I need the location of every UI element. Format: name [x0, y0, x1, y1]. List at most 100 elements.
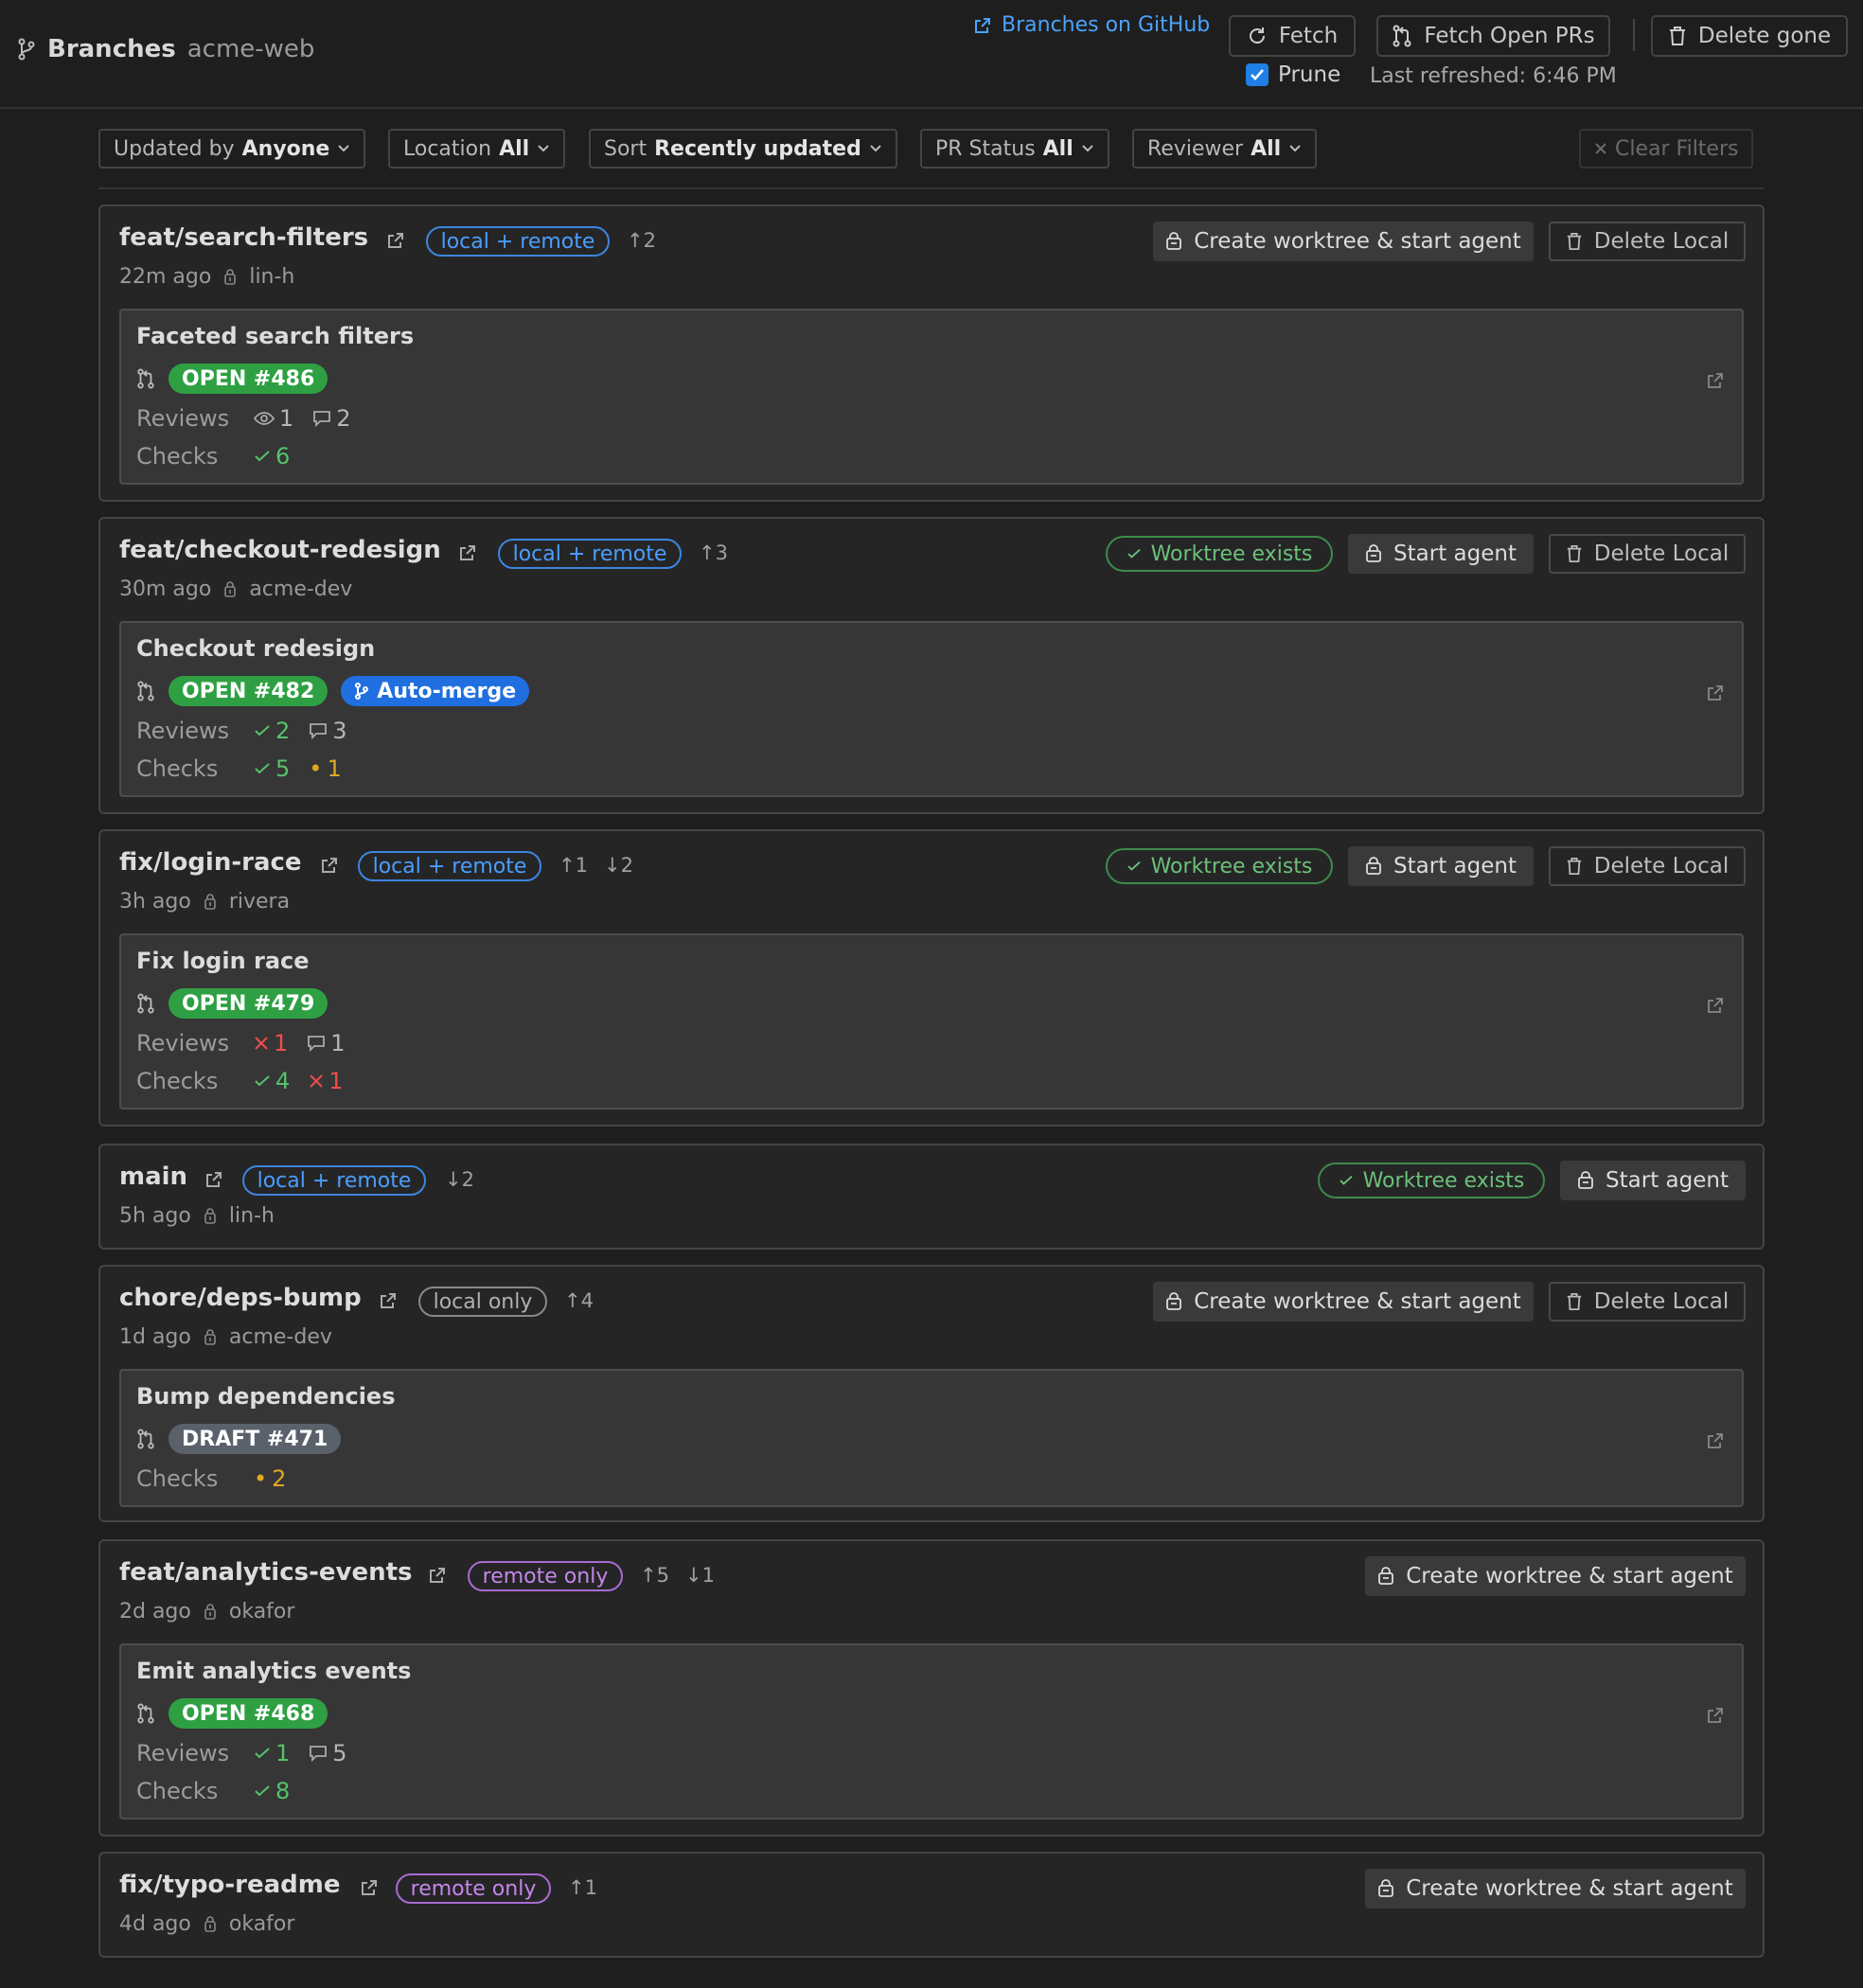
- create-worktree-button[interactable]: Create worktree & start agent: [1153, 1282, 1534, 1322]
- branch-name: fix/login-race: [119, 848, 302, 877]
- ahead-count: ↑1: [568, 1876, 597, 1899]
- external-link-icon[interactable]: [1706, 1431, 1725, 1450]
- approved-count: 1: [254, 1740, 290, 1766]
- delete-local-button[interactable]: Delete Local: [1549, 1282, 1746, 1322]
- create-worktree-button[interactable]: Create worktree & start agent: [1153, 222, 1534, 261]
- start-agent-button[interactable]: Start agent: [1348, 846, 1534, 886]
- pr-panel[interactable]: Bump dependencies DRAFT #471 Checks • 2: [119, 1369, 1744, 1507]
- robot-icon: [1377, 1879, 1394, 1898]
- updated-time: 30m ago: [119, 577, 212, 601]
- external-link-icon[interactable]: [204, 1170, 223, 1189]
- create-agent-label: Create worktree & start agent: [1406, 1876, 1733, 1901]
- checks-label: Checks: [136, 1068, 219, 1094]
- fetch-open-prs-button[interactable]: Fetch Open PRs: [1376, 15, 1610, 57]
- create-worktree-button[interactable]: Create worktree & start agent: [1365, 1869, 1746, 1908]
- delete-local-label: Delete Local: [1593, 229, 1730, 254]
- filter-value: Recently updated: [654, 136, 861, 161]
- reviews-row: Reviews 1 1: [136, 1030, 364, 1056]
- pull-request-icon: [136, 1429, 155, 1449]
- filter-label: Updated by: [114, 136, 235, 161]
- check-icon: [1127, 548, 1142, 559]
- branch-meta: 22m ago lin-h: [119, 265, 294, 289]
- author: rivera: [228, 890, 291, 914]
- filter-pr-status[interactable]: PR Status All: [920, 129, 1109, 169]
- passed-value: 4: [275, 1068, 291, 1094]
- branch-card: feat/checkout-redesign local + remote ↑3…: [98, 517, 1765, 814]
- github-link[interactable]: Branches on GitHub: [973, 13, 1210, 37]
- external-link-icon[interactable]: [320, 856, 339, 875]
- pr-panel[interactable]: Fix login race OPEN #479 Reviews 1 1 Che…: [119, 933, 1744, 1109]
- reviews-label: Reviews: [136, 1740, 230, 1766]
- start-agent-label: Start agent: [1393, 854, 1517, 879]
- external-link-icon[interactable]: [1706, 996, 1725, 1015]
- worktree-exists-badge: Worktree exists: [1106, 848, 1333, 884]
- pr-panel[interactable]: Emit analytics events OPEN #468 Reviews …: [119, 1643, 1744, 1819]
- automerge-label: Auto-merge: [377, 679, 517, 703]
- passed-value: 8: [275, 1778, 291, 1804]
- author: okafor: [228, 1912, 295, 1936]
- checks-row: Checks 5 • 1: [136, 755, 361, 782]
- branch-meta: 1d ago acme-dev: [119, 1325, 332, 1349]
- create-worktree-button[interactable]: Create worktree & start agent: [1365, 1556, 1746, 1596]
- filter-updated-by[interactable]: Updated by Anyone: [98, 129, 366, 169]
- start-agent-button[interactable]: Start agent: [1560, 1161, 1746, 1200]
- robot-icon: [1165, 1292, 1182, 1311]
- page-title: Branches acme-web: [17, 35, 314, 63]
- delete-local-button[interactable]: Delete Local: [1549, 222, 1746, 261]
- location-badge: local + remote: [242, 1165, 426, 1196]
- pr-status-row: OPEN #486: [136, 364, 328, 394]
- worktree-exists-badge: Worktree exists: [1318, 1163, 1545, 1198]
- user-icon: [203, 1207, 218, 1225]
- external-link-icon[interactable]: [1706, 371, 1725, 390]
- delete-gone-button[interactable]: Delete gone: [1651, 15, 1848, 57]
- filter-sort[interactable]: Sort Recently updated: [589, 129, 897, 169]
- check-icon: [1339, 1175, 1354, 1186]
- external-link-icon[interactable]: [360, 1878, 379, 1897]
- branch-card: feat/search-filters local + remote ↑2 22…: [98, 204, 1765, 502]
- branch-name: feat/analytics-events: [119, 1558, 413, 1587]
- fetch-button[interactable]: Fetch: [1229, 15, 1356, 57]
- passed-value: 6: [275, 443, 291, 470]
- delete-local-button[interactable]: Delete Local: [1549, 846, 1746, 886]
- create-agent-label: Create worktree & start agent: [1194, 229, 1521, 254]
- trash-icon: [1566, 1292, 1583, 1311]
- trash-icon: [1668, 26, 1687, 46]
- comment-value: 2: [336, 405, 351, 432]
- pull-request-icon: [1392, 25, 1412, 47]
- clear-filters-label: Clear Filters: [1615, 136, 1739, 161]
- external-link-icon[interactable]: [428, 1566, 447, 1585]
- start-agent-button[interactable]: Start agent: [1348, 534, 1534, 574]
- delete-local-button[interactable]: Delete Local: [1549, 534, 1746, 574]
- ahead-count: ↑4: [564, 1289, 594, 1312]
- pull-request-icon: [136, 368, 155, 389]
- filter-location[interactable]: Location All: [388, 129, 566, 169]
- pr-panel[interactable]: Faceted search filters OPEN #486 Reviews…: [119, 309, 1744, 485]
- trash-icon: [1566, 544, 1583, 563]
- create-agent-label: Create worktree & start agent: [1406, 1564, 1733, 1589]
- ahead-count: ↑1: [559, 854, 588, 877]
- user-icon: [222, 580, 238, 598]
- worktree-exists-badge: Worktree exists: [1106, 536, 1333, 572]
- filter-reviewer[interactable]: Reviewer All: [1132, 129, 1318, 169]
- filter-bar: Updated by Anyone Location All Sort Rece…: [98, 129, 1765, 189]
- external-link-icon[interactable]: [386, 231, 405, 250]
- branch-card: feat/analytics-events remote only ↑5 ↓1 …: [98, 1539, 1765, 1837]
- checkbox-checked[interactable]: [1246, 63, 1269, 86]
- start-agent-label: Start agent: [1606, 1168, 1729, 1193]
- external-link-icon[interactable]: [458, 543, 477, 562]
- checks-label: Checks: [136, 1465, 219, 1492]
- branch-name: main: [119, 1163, 188, 1191]
- robot-icon: [1577, 1171, 1594, 1190]
- passed-checks: 8: [254, 1778, 290, 1804]
- pr-panel[interactable]: Checkout redesign OPEN #482 Auto-merge R…: [119, 621, 1744, 797]
- checks-label: Checks: [136, 443, 219, 470]
- fetch-prs-label: Fetch Open PRs: [1424, 24, 1595, 48]
- prune-checkbox[interactable]: Prune: [1246, 62, 1340, 87]
- external-link-icon[interactable]: [1706, 1706, 1725, 1725]
- external-link-icon[interactable]: [1706, 683, 1725, 702]
- title-text: Branches: [47, 35, 176, 63]
- clear-filters-button[interactable]: Clear Filters: [1579, 129, 1754, 169]
- chevron-down-icon: [869, 144, 882, 153]
- filter-value: All: [1042, 136, 1073, 161]
- external-link-icon[interactable]: [379, 1291, 398, 1310]
